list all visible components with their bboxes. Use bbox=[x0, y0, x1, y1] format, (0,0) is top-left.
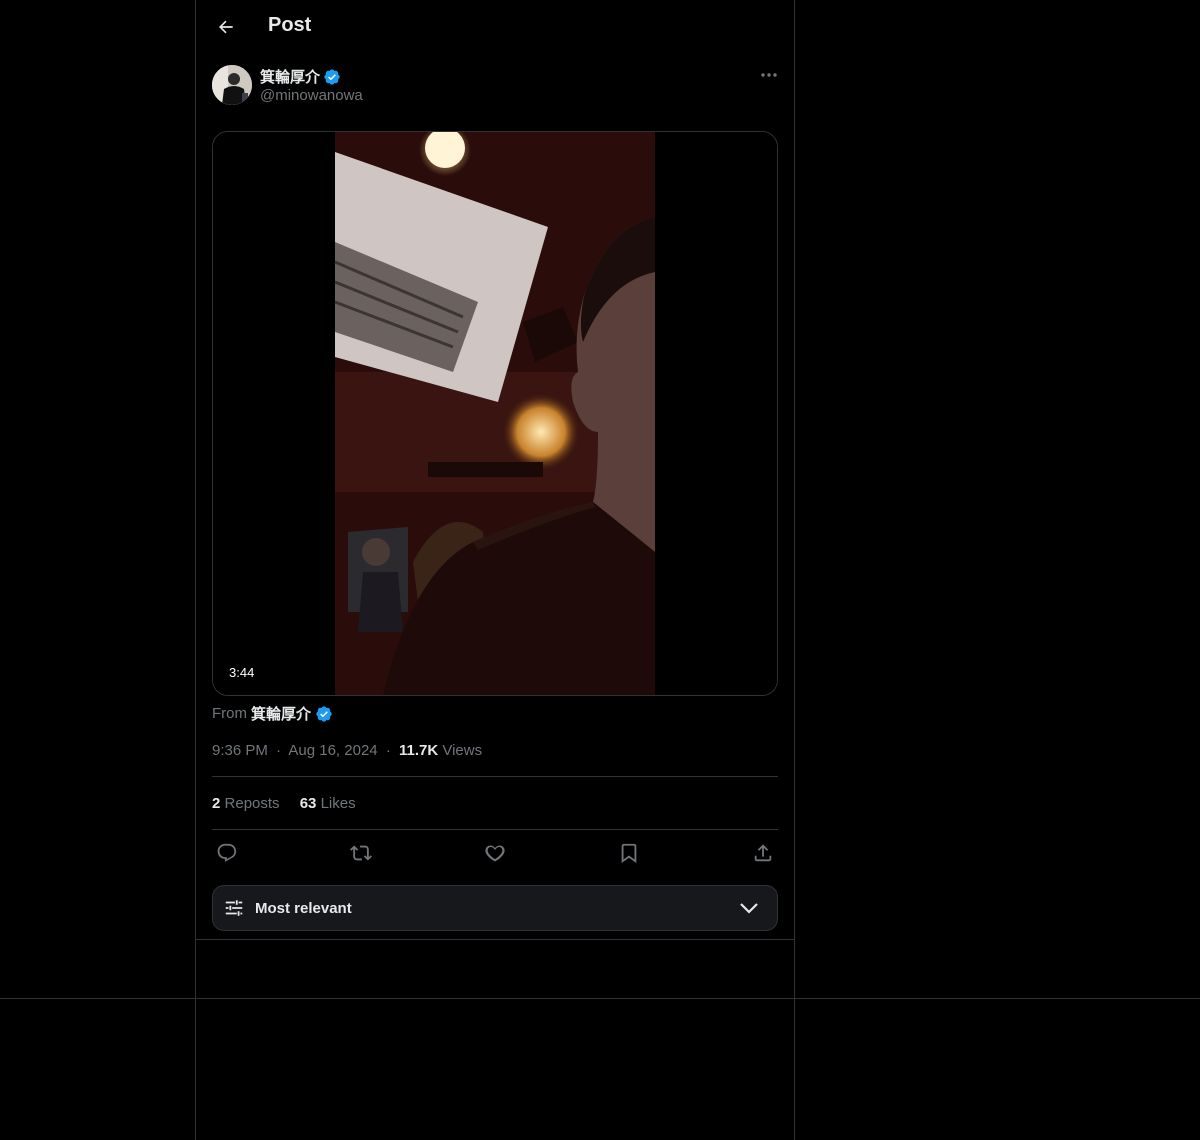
reposts-count: 2 bbox=[212, 795, 221, 812]
bookmark-button[interactable] bbox=[614, 838, 644, 868]
back-button[interactable] bbox=[210, 11, 242, 43]
views-count: 11.7K bbox=[398, 742, 439, 759]
likes-label: Likes bbox=[320, 795, 356, 812]
verified-badge-icon bbox=[324, 68, 340, 85]
reply-sort-dropdown[interactable]: Most relevant bbox=[212, 885, 778, 931]
from-author-name[interactable]: 箕輪厚介 bbox=[251, 703, 311, 724]
meta-separator: · bbox=[385, 742, 391, 759]
video-frame bbox=[213, 132, 777, 695]
author-name[interactable]: 箕輪厚介 bbox=[260, 66, 320, 87]
page-header: Post bbox=[196, 0, 794, 53]
divider bbox=[196, 939, 794, 940]
post-date[interactable]: Aug 16, 2024 bbox=[288, 742, 377, 759]
divider bbox=[212, 776, 778, 777]
author-name-row[interactable]: 箕輪厚介 bbox=[260, 66, 341, 87]
post-time[interactable]: 9:36 PM bbox=[212, 742, 268, 759]
repost-button[interactable] bbox=[346, 838, 376, 868]
primary-column: Post 箕輪厚介 @minowanowa 3:44 From 箕輪厚介 9:3… bbox=[195, 0, 795, 1140]
video-duration: 3:44 bbox=[223, 664, 261, 681]
more-options-button[interactable] bbox=[754, 64, 784, 86]
sort-label: Most relevant bbox=[255, 900, 352, 917]
back-arrow-icon bbox=[219, 20, 233, 34]
reply-button[interactable] bbox=[212, 838, 242, 868]
engagement-stats: 2 Reposts 63 Likes bbox=[212, 795, 372, 812]
divider bbox=[212, 829, 778, 830]
from-prefix: From bbox=[212, 705, 247, 722]
tune-icon bbox=[225, 900, 243, 916]
share-button[interactable] bbox=[748, 838, 778, 868]
post-meta: 9:36 PM · Aug 16, 2024 · 11.7K Views bbox=[212, 742, 482, 759]
reposts-stat[interactable]: 2 Reposts bbox=[212, 795, 284, 812]
verified-badge-icon bbox=[316, 705, 332, 722]
likes-stat[interactable]: 63 Likes bbox=[300, 795, 356, 812]
author-avatar[interactable] bbox=[212, 65, 252, 105]
action-bar bbox=[212, 838, 778, 868]
author-handle[interactable]: @minowanowa bbox=[260, 87, 363, 104]
chevron-down-icon bbox=[740, 903, 758, 914]
bookmark-icon bbox=[621, 843, 637, 864]
share-icon bbox=[754, 844, 772, 862]
like-button[interactable] bbox=[480, 838, 510, 868]
repost-icon bbox=[350, 845, 372, 861]
views-label: Views bbox=[442, 742, 483, 759]
reply-icon bbox=[217, 843, 237, 862]
source-attribution: From 箕輪厚介 bbox=[212, 703, 333, 724]
page-title: Post bbox=[268, 14, 312, 36]
more-icon bbox=[761, 73, 777, 77]
reposts-label: Reposts bbox=[224, 795, 280, 812]
avatar-image bbox=[212, 65, 252, 105]
likes-count: 63 bbox=[299, 795, 317, 812]
video-player[interactable]: 3:44 bbox=[212, 131, 778, 696]
like-icon bbox=[485, 845, 505, 862]
meta-separator: · bbox=[276, 742, 282, 759]
